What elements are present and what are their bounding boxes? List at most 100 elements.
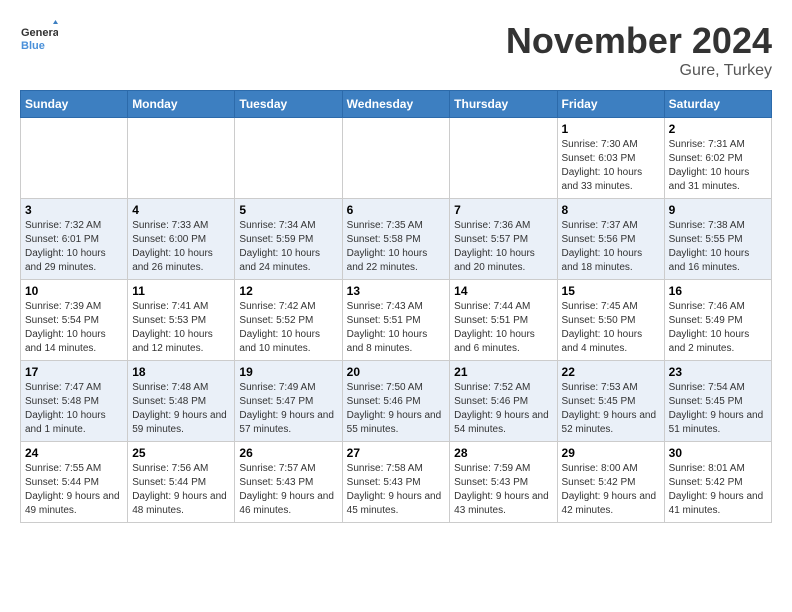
- calendar-week-4: 17 Sunrise: 7:47 AM Sunset: 5:48 PM Dayli…: [21, 361, 772, 442]
- calendar-cell: 18 Sunrise: 7:48 AM Sunset: 5:48 PM Dayli…: [128, 361, 235, 442]
- calendar-cell: 29Sunrise: 8:00 AM Sunset: 5:42 PM Dayli…: [557, 442, 664, 523]
- day-number: 4: [132, 203, 230, 217]
- day-number: 24: [25, 446, 123, 460]
- calendar-week-5: 24 Sunrise: 7:55 AM Sunset: 5:44 PM Dayli…: [21, 442, 772, 523]
- calendar-cell: 25 Sunrise: 7:56 AM Sunset: 5:44 PM Dayli…: [128, 442, 235, 523]
- calendar-cell: 13 Sunrise: 7:43 AM Sunset: 5:51 PM Dayli…: [342, 280, 450, 361]
- calendar-cell: 15 Sunrise: 7:45 AM Sunset: 5:50 PM Dayli…: [557, 280, 664, 361]
- calendar-cell: 23Sunrise: 7:54 AM Sunset: 5:45 PM Dayli…: [664, 361, 771, 442]
- day-number: 23: [669, 365, 767, 379]
- calendar-cell: 4 Sunrise: 7:33 AM Sunset: 6:00 PM Daylig…: [128, 199, 235, 280]
- day-info: Sunrise: 7:38 AM Sunset: 5:55 PM Dayligh…: [669, 219, 767, 275]
- calendar-header-row: SundayMondayTuesdayWednesdayThursdayFrid…: [21, 91, 772, 118]
- calendar-cell: 17 Sunrise: 7:47 AM Sunset: 5:48 PM Dayli…: [21, 361, 128, 442]
- calendar-header-monday: Monday: [128, 91, 235, 118]
- calendar-week-2: 3Sunrise: 7:32 AM Sunset: 6:01 PM Daylig…: [21, 199, 772, 280]
- calendar-cell: 7 Sunrise: 7:36 AM Sunset: 5:57 PM Daylig…: [450, 199, 557, 280]
- calendar-cell: 6Sunrise: 7:35 AM Sunset: 5:58 PM Daylig…: [342, 199, 450, 280]
- calendar-header-saturday: Saturday: [664, 91, 771, 118]
- day-number: 1: [562, 122, 660, 136]
- day-info: Sunrise: 7:31 AM Sunset: 6:02 PM Dayligh…: [669, 138, 767, 194]
- calendar-cell: 3Sunrise: 7:32 AM Sunset: 6:01 PM Daylig…: [21, 199, 128, 280]
- calendar-week-3: 10Sunrise: 7:39 AM Sunset: 5:54 PM Dayli…: [21, 280, 772, 361]
- day-info: Sunrise: 7:45 AM Sunset: 5:50 PM Dayligh…: [562, 300, 660, 356]
- day-number: 3: [25, 203, 123, 217]
- logo: General Blue: [20, 20, 58, 58]
- day-info: Sunrise: 7:53 AM Sunset: 5:45 PM Dayligh…: [562, 381, 660, 437]
- day-number: 11: [132, 284, 230, 298]
- page-header: General Blue November 2024 Gure, Turkey: [20, 20, 772, 80]
- calendar-cell: 30 Sunrise: 8:01 AM Sunset: 5:42 PM Dayli…: [664, 442, 771, 523]
- day-info: Sunrise: 7:44 AM Sunset: 5:51 PM Dayligh…: [454, 300, 552, 356]
- calendar-header-wednesday: Wednesday: [342, 91, 450, 118]
- calendar-cell: 1 Sunrise: 7:30 AM Sunset: 6:03 PM Daylig…: [557, 118, 664, 199]
- day-info: Sunrise: 8:01 AM Sunset: 5:42 PM Dayligh…: [669, 462, 767, 518]
- calendar-cell: 12 Sunrise: 7:42 AM Sunset: 5:52 PM Dayli…: [235, 280, 342, 361]
- calendar-cell: 21 Sunrise: 7:52 AM Sunset: 5:46 PM Dayli…: [450, 361, 557, 442]
- calendar-cell: 16Sunrise: 7:46 AM Sunset: 5:49 PM Dayli…: [664, 280, 771, 361]
- day-info: Sunrise: 7:41 AM Sunset: 5:53 PM Dayligh…: [132, 300, 230, 356]
- day-info: Sunrise: 7:47 AM Sunset: 5:48 PM Dayligh…: [25, 381, 123, 437]
- day-info: Sunrise: 7:39 AM Sunset: 5:54 PM Dayligh…: [25, 300, 123, 356]
- svg-text:Blue: Blue: [21, 40, 45, 52]
- day-number: 12: [239, 284, 337, 298]
- day-number: 28: [454, 446, 552, 460]
- day-info: Sunrise: 7:48 AM Sunset: 5:48 PM Dayligh…: [132, 381, 230, 437]
- day-number: 19: [239, 365, 337, 379]
- calendar-header-sunday: Sunday: [21, 91, 128, 118]
- day-info: Sunrise: 7:49 AM Sunset: 5:47 PM Dayligh…: [239, 381, 337, 437]
- calendar-table: SundayMondayTuesdayWednesdayThursdayFrid…: [20, 90, 772, 523]
- calendar-cell: 26 Sunrise: 7:57 AM Sunset: 5:43 PM Dayli…: [235, 442, 342, 523]
- calendar-cell: 2 Sunrise: 7:31 AM Sunset: 6:02 PM Daylig…: [664, 118, 771, 199]
- day-info: Sunrise: 7:33 AM Sunset: 6:00 PM Dayligh…: [132, 219, 230, 275]
- day-info: Sunrise: 7:43 AM Sunset: 5:51 PM Dayligh…: [347, 300, 446, 356]
- day-number: 17: [25, 365, 123, 379]
- day-number: 14: [454, 284, 552, 298]
- day-number: 5: [239, 203, 337, 217]
- day-number: 6: [347, 203, 446, 217]
- day-number: 21: [454, 365, 552, 379]
- calendar-cell: 24 Sunrise: 7:55 AM Sunset: 5:44 PM Dayli…: [21, 442, 128, 523]
- calendar-cell: [342, 118, 450, 199]
- day-number: 7: [454, 203, 552, 217]
- day-info: Sunrise: 7:34 AM Sunset: 5:59 PM Dayligh…: [239, 219, 337, 275]
- day-number: 8: [562, 203, 660, 217]
- day-number: 25: [132, 446, 230, 460]
- calendar-cell: 8 Sunrise: 7:37 AM Sunset: 5:56 PM Daylig…: [557, 199, 664, 280]
- day-info: Sunrise: 7:52 AM Sunset: 5:46 PM Dayligh…: [454, 381, 552, 437]
- calendar-header-tuesday: Tuesday: [235, 91, 342, 118]
- day-info: Sunrise: 7:37 AM Sunset: 5:56 PM Dayligh…: [562, 219, 660, 275]
- day-number: 27: [347, 446, 446, 460]
- calendar-cell: 9Sunrise: 7:38 AM Sunset: 5:55 PM Daylig…: [664, 199, 771, 280]
- day-info: Sunrise: 7:56 AM Sunset: 5:44 PM Dayligh…: [132, 462, 230, 518]
- calendar-header-friday: Friday: [557, 91, 664, 118]
- day-info: Sunrise: 7:57 AM Sunset: 5:43 PM Dayligh…: [239, 462, 337, 518]
- calendar-cell: 27 Sunrise: 7:58 AM Sunset: 5:43 PM Dayli…: [342, 442, 450, 523]
- calendar-cell: 11 Sunrise: 7:41 AM Sunset: 5:53 PM Dayli…: [128, 280, 235, 361]
- calendar-cell: [21, 118, 128, 199]
- day-number: 26: [239, 446, 337, 460]
- calendar-cell: 19 Sunrise: 7:49 AM Sunset: 5:47 PM Dayli…: [235, 361, 342, 442]
- day-number: 18: [132, 365, 230, 379]
- day-info: Sunrise: 7:58 AM Sunset: 5:43 PM Dayligh…: [347, 462, 446, 518]
- calendar-cell: 14 Sunrise: 7:44 AM Sunset: 5:51 PM Dayli…: [450, 280, 557, 361]
- day-number: 16: [669, 284, 767, 298]
- calendar-cell: [450, 118, 557, 199]
- day-info: Sunrise: 7:55 AM Sunset: 5:44 PM Dayligh…: [25, 462, 123, 518]
- calendar-cell: [235, 118, 342, 199]
- day-number: 2: [669, 122, 767, 136]
- calendar-cell: 20 Sunrise: 7:50 AM Sunset: 5:46 PM Dayli…: [342, 361, 450, 442]
- day-number: 15: [562, 284, 660, 298]
- day-info: Sunrise: 7:42 AM Sunset: 5:52 PM Dayligh…: [239, 300, 337, 356]
- day-info: Sunrise: 7:30 AM Sunset: 6:03 PM Dayligh…: [562, 138, 660, 194]
- calendar-week-1: 1 Sunrise: 7:30 AM Sunset: 6:03 PM Daylig…: [21, 118, 772, 199]
- calendar-cell: 10Sunrise: 7:39 AM Sunset: 5:54 PM Dayli…: [21, 280, 128, 361]
- day-number: 30: [669, 446, 767, 460]
- day-info: Sunrise: 7:36 AM Sunset: 5:57 PM Dayligh…: [454, 219, 552, 275]
- day-number: 13: [347, 284, 446, 298]
- location: Gure, Turkey: [506, 62, 772, 80]
- month-title: November 2024: [506, 20, 772, 62]
- day-number: 20: [347, 365, 446, 379]
- day-info: Sunrise: 7:50 AM Sunset: 5:46 PM Dayligh…: [347, 381, 446, 437]
- day-number: 29: [562, 446, 660, 460]
